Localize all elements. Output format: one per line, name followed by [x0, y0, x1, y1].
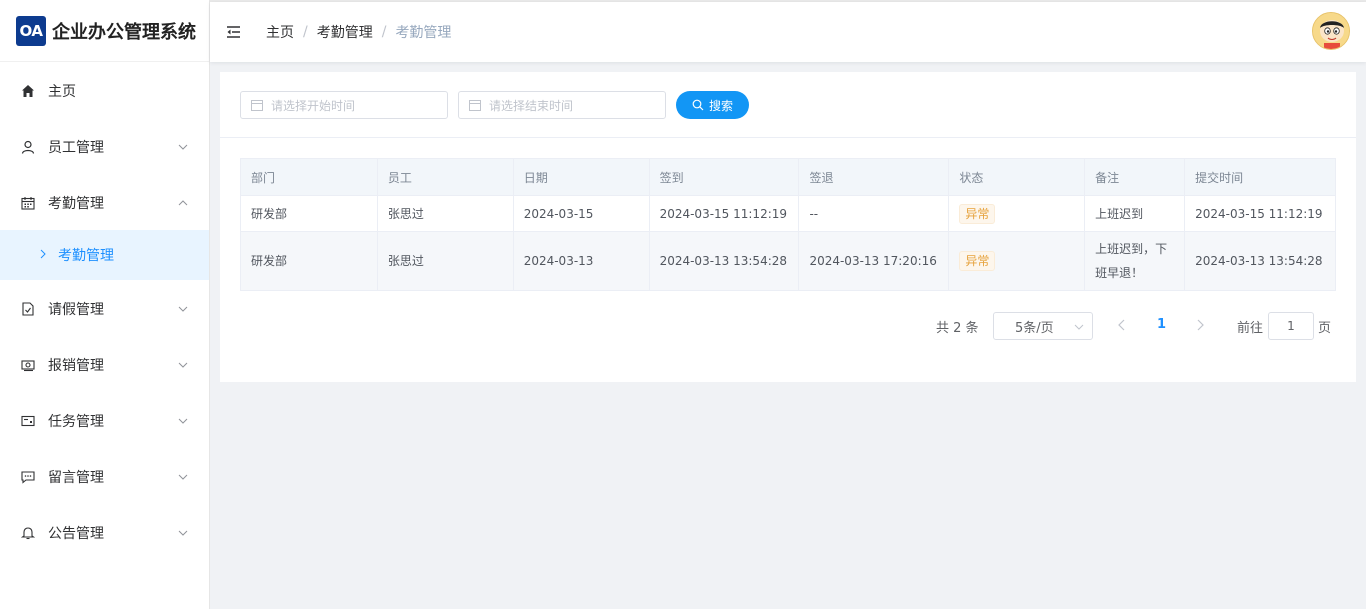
cell-submit-time: 2024-03-15 11:12:19: [1184, 195, 1336, 232]
breadcrumb-parent[interactable]: 考勤管理: [317, 22, 373, 42]
sidebar-item-label: 主页: [48, 84, 76, 100]
column-header: 签到: [648, 158, 800, 196]
sidebar-item-label: 考勤管理: [48, 196, 104, 212]
start-date-placeholder: 请选择开始时间: [271, 98, 356, 113]
page-size-value: 5条/页: [1015, 320, 1054, 336]
column-header: 备注: [1084, 158, 1186, 196]
sidebar-item-reimbursement[interactable]: 报销管理: [0, 337, 209, 393]
filter-bar: 请选择开始时间 请选择结束时间 搜索: [220, 72, 1356, 138]
bell-icon: [20, 525, 36, 541]
sidebar-item-tasks[interactable]: 任务管理: [0, 393, 209, 449]
goto-unit: 页: [1318, 321, 1332, 336]
prev-page-button[interactable]: [1116, 318, 1128, 332]
calendar-icon: [20, 195, 36, 211]
next-page-button[interactable]: [1194, 318, 1206, 332]
app-logo[interactable]: OA 企业办公管理系统: [0, 0, 209, 62]
cell-date: 2024-03-15: [512, 195, 650, 232]
menu-fold-icon[interactable]: [226, 24, 242, 40]
cell-department: 研发部: [240, 231, 378, 291]
sidebar-item-label: 留言管理: [48, 470, 104, 486]
end-date-picker[interactable]: 请选择结束时间: [458, 91, 666, 119]
table-row[interactable]: 研发部 张思过 2024-03-15 2024-03-15 11:12:19 -…: [240, 195, 1336, 232]
pagination: 共 2 条 5条/页 1 前往 页: [220, 312, 1356, 340]
column-header: 员工: [376, 158, 514, 196]
column-header: 提交时间: [1184, 158, 1336, 196]
page-number-current[interactable]: 1: [1157, 317, 1166, 332]
chevron-right-icon: [40, 248, 46, 263]
cell-remark: 上班迟到，下班早退！: [1084, 231, 1186, 291]
chevron-up-icon: [177, 197, 189, 209]
sidebar-item-announcements[interactable]: 公告管理: [0, 505, 209, 561]
sidebar-item-leave[interactable]: 请假管理: [0, 281, 209, 337]
chevron-down-icon: [177, 359, 189, 371]
chevron-down-icon: [177, 527, 189, 539]
sidebar-item-label: 任务管理: [48, 414, 104, 430]
calendar-icon: [469, 99, 481, 111]
document-check-icon: [20, 301, 36, 317]
breadcrumb: 主页 / 考勤管理 / 考勤管理: [266, 22, 451, 42]
cell-department: 研发部: [240, 195, 378, 232]
main-panel: 请选择开始时间 请选择结束时间 搜索 部门 员工 日期 签到 签退 状态 备注 …: [220, 72, 1356, 382]
attendance-table: 部门 员工 日期 签到 签退 状态 备注 提交时间 研发部 张思过 2024-0…: [240, 158, 1336, 291]
sidebar-item-attendance[interactable]: 考勤管理: [0, 175, 209, 231]
sidebar-item-messages[interactable]: 留言管理: [0, 449, 209, 505]
column-header: 部门: [240, 158, 378, 196]
top-header: 主页 / 考勤管理 / 考勤管理: [210, 2, 1366, 62]
chevron-down-icon: [177, 471, 189, 483]
column-header: 状态: [948, 158, 1086, 196]
app-title: 企业办公管理系统: [52, 21, 196, 43]
status-badge: 异常: [959, 203, 996, 224]
home-icon: [20, 83, 36, 99]
cell-employee: 张思过: [376, 195, 514, 232]
breadcrumb-current: 考勤管理: [395, 25, 452, 41]
table-header-row: 部门 员工 日期 签到 签退 状态 备注 提交时间: [240, 158, 1336, 196]
cell-check-in: 2024-03-13 13:54:28: [648, 231, 800, 291]
cell-status: 异常: [948, 195, 1086, 232]
chevron-down-icon: [177, 141, 189, 153]
sidebar-item-label: 员工管理: [48, 140, 104, 156]
column-header: 签退: [798, 158, 950, 196]
search-icon: [692, 99, 704, 111]
sidebar-item-home[interactable]: 主页: [0, 63, 209, 119]
sidebar-item-label: 请假管理: [48, 302, 104, 318]
sidebar-subitem-label: 考勤管理: [58, 248, 114, 264]
chat-icon: [20, 469, 36, 485]
end-date-placeholder: 请选择结束时间: [489, 98, 574, 113]
postcard-icon: [20, 413, 36, 429]
sidebar-subitem-attendance[interactable]: 考勤管理: [0, 230, 209, 280]
search-button[interactable]: 搜索: [676, 91, 749, 119]
cell-check-out: 2024-03-13 17:20:16: [798, 231, 950, 291]
user-icon: [20, 139, 36, 155]
start-date-picker[interactable]: 请选择开始时间: [240, 91, 448, 119]
cell-check-out: --: [798, 195, 950, 232]
sidebar-item-label: 报销管理: [48, 358, 104, 374]
cell-check-in: 2024-03-15 11:12:19: [648, 195, 800, 232]
chevron-down-icon: [177, 303, 189, 315]
chevron-down-icon: [1074, 321, 1084, 331]
breadcrumb-separator: /: [303, 24, 308, 40]
goto-label: 前往: [1237, 321, 1264, 336]
breadcrumb-separator: /: [381, 24, 387, 40]
calendar-icon: [251, 99, 263, 111]
sidebar-item-employees[interactable]: 员工管理: [0, 119, 209, 175]
sidebar: OA 企业办公管理系统 主页 员工管理 考勤管理 考勤管理 请假管理 报销管理 …: [0, 0, 210, 609]
avatar[interactable]: [1312, 12, 1350, 50]
pagination-total: 共 2 条: [936, 321, 979, 336]
search-button-label: 搜索: [708, 98, 733, 113]
chevron-down-icon: [177, 415, 189, 427]
cell-employee: 张思过: [376, 231, 514, 291]
status-badge: 异常: [959, 251, 996, 271]
logo-badge: OA: [16, 15, 46, 46]
cell-date: 2024-03-13: [512, 231, 650, 291]
goto-page-input[interactable]: [1268, 312, 1314, 340]
column-header: 日期: [512, 158, 650, 196]
cell-submit-time: 2024-03-13 13:54:28: [1184, 231, 1336, 291]
sidebar-item-label: 公告管理: [48, 526, 104, 542]
money-icon: [20, 357, 36, 373]
cell-status: 异常: [948, 231, 1086, 291]
cell-remark: 上班迟到: [1084, 195, 1186, 232]
table-row[interactable]: 研发部 张思过 2024-03-13 2024-03-13 13:54:28 2…: [240, 231, 1336, 291]
breadcrumb-home[interactable]: 主页: [266, 22, 294, 42]
page-size-select[interactable]: 5条/页: [993, 312, 1093, 340]
